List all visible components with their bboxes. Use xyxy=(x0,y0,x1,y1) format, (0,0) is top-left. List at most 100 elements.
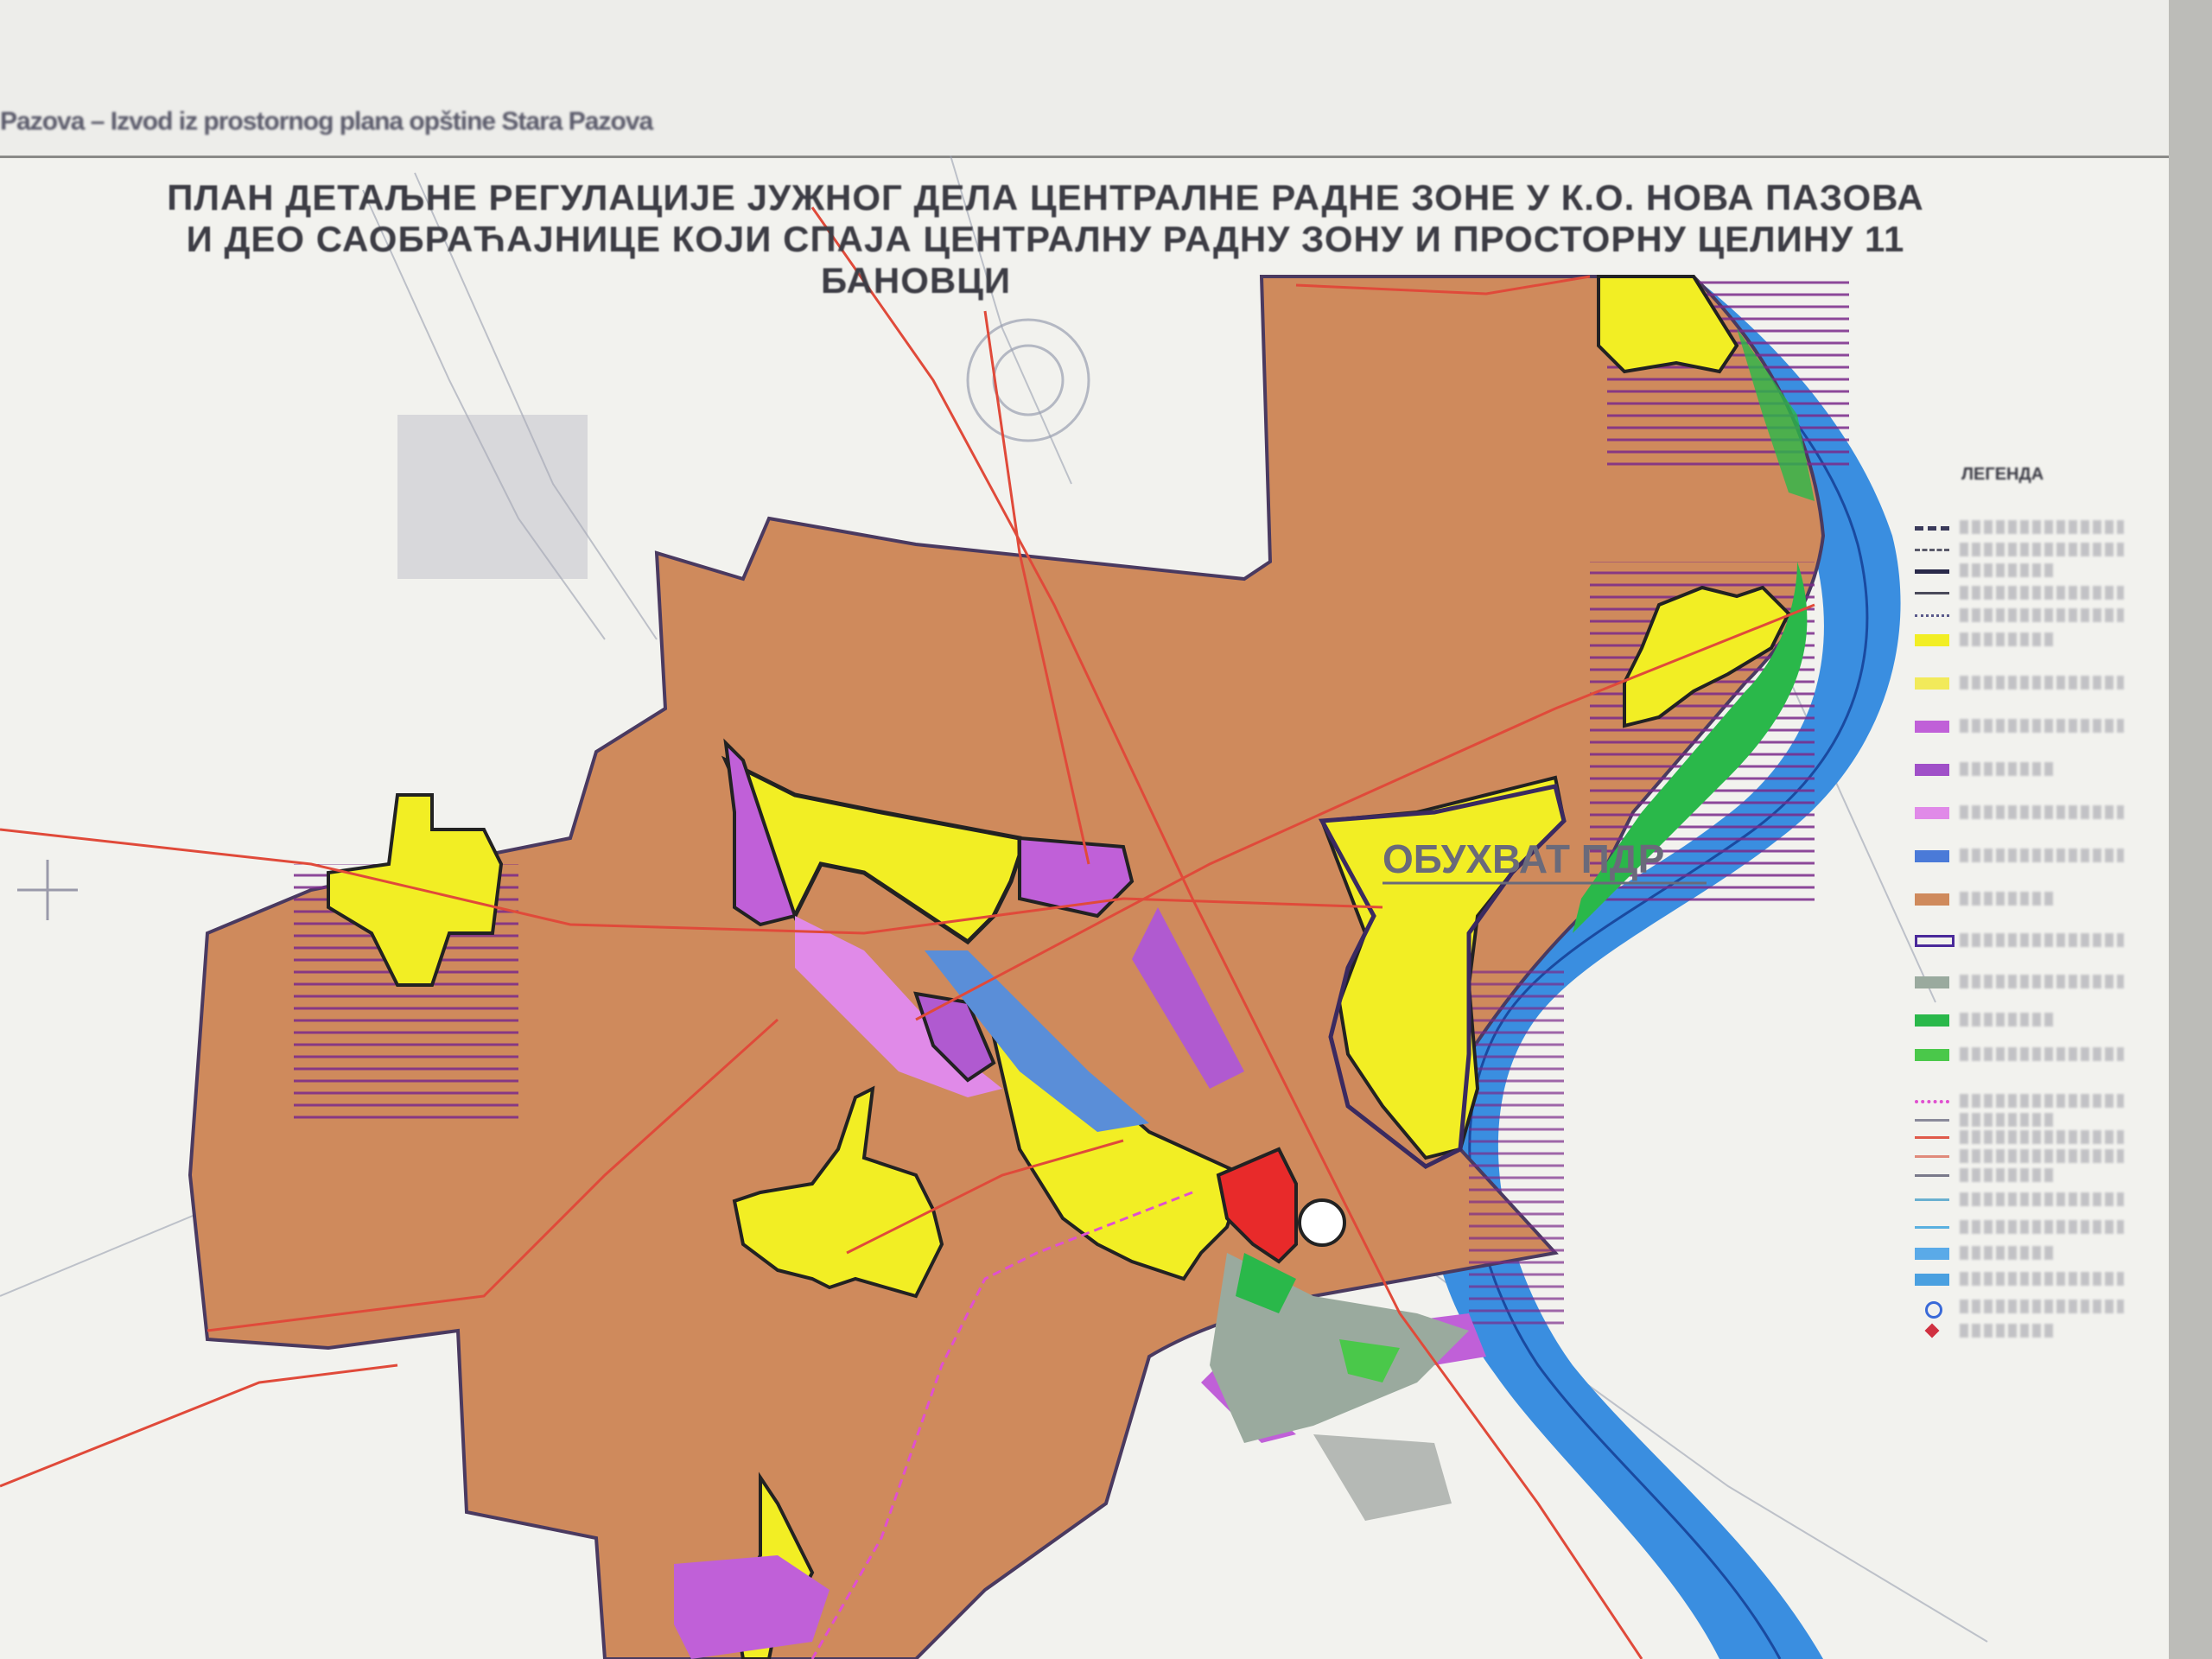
legend-item xyxy=(1915,541,2131,560)
legend-symbol xyxy=(1915,976,1949,988)
legend-symbol xyxy=(1915,1100,1949,1103)
legend-item xyxy=(1915,1244,2131,1263)
legend-label xyxy=(1960,1130,2124,1144)
legend-item xyxy=(1915,1298,2131,1319)
legend-label xyxy=(1960,520,2124,534)
legend-title: ЛЕГЕНДА xyxy=(1961,465,2044,484)
legend-item xyxy=(1915,631,2131,650)
legend-symbol xyxy=(1915,1119,1949,1122)
legend-item xyxy=(1915,1166,2131,1185)
legend-item xyxy=(1915,518,2131,537)
legend-label xyxy=(1960,676,2124,690)
legend-label xyxy=(1960,1324,2055,1338)
legend-item xyxy=(1915,1111,2131,1130)
title-line-2: И ДЕО САОБРАЋАЈНИЦЕ КОЈИ СПАЈА ЦЕНТРАЛНУ… xyxy=(186,219,1905,259)
legend-symbol xyxy=(1915,614,1949,617)
town-grid-area xyxy=(397,415,588,579)
legend-item xyxy=(1915,804,2131,823)
legend-label xyxy=(1960,719,2124,733)
legend-label xyxy=(1960,933,2124,947)
legend-label xyxy=(1960,1168,2055,1182)
legend-item xyxy=(1915,1322,2131,1341)
legend-item xyxy=(1915,1218,2131,1237)
topo-circle xyxy=(992,344,1065,416)
legend-label xyxy=(1960,632,2055,646)
legend-symbol xyxy=(1915,1136,1949,1139)
monitor-screen: Pazova – Izvod iz prostornog plana opšti… xyxy=(0,0,2169,1659)
boundary-label: ОБУХВАТ ПДР xyxy=(1382,836,1664,881)
legend-symbol xyxy=(1915,1198,1949,1201)
legend-item xyxy=(1915,1046,2131,1065)
legend-symbol xyxy=(1915,764,1949,776)
legend-item xyxy=(1915,1270,2131,1289)
legend-symbol xyxy=(1915,526,1949,531)
crosshair-icon xyxy=(17,860,78,920)
topo-circle xyxy=(966,318,1090,442)
legend-symbol xyxy=(1915,807,1949,819)
legend-item xyxy=(1915,973,2131,992)
legend-label xyxy=(1960,1192,2124,1206)
legend-label xyxy=(1960,1113,2055,1127)
road xyxy=(0,1363,398,1488)
legend-label xyxy=(1960,563,2055,577)
legend-label xyxy=(1960,892,2055,906)
legend-symbol xyxy=(1915,677,1949,690)
legend-symbol xyxy=(1915,1014,1949,1027)
legend-item xyxy=(1915,1092,2131,1111)
legend-item xyxy=(1915,562,2131,581)
legend-symbol xyxy=(1915,1274,1949,1286)
legend-symbol xyxy=(1915,592,1949,594)
gray-area-south xyxy=(1313,1434,1452,1521)
legend-label xyxy=(1960,805,2124,819)
legend-label xyxy=(1960,1220,2124,1234)
legend-item xyxy=(1915,1191,2131,1210)
legend-symbol xyxy=(1915,935,1955,947)
legend-label xyxy=(1960,1013,2055,1027)
legend-label xyxy=(1960,1149,2124,1163)
title-line-3: БАНОВЦИ xyxy=(820,260,1012,301)
legend-label xyxy=(1960,1272,2124,1286)
legend-symbol xyxy=(1915,1248,1949,1260)
legend-item xyxy=(1915,847,2131,866)
legend-symbol xyxy=(1915,1226,1949,1229)
legend-label xyxy=(1960,543,2124,556)
legend-label xyxy=(1960,1094,2124,1108)
legend-label xyxy=(1960,608,2124,622)
legend-symbol xyxy=(1915,1155,1949,1158)
map-title: ПЛАН ДЕТАЉНЕ РЕГУЛАЦИЈЕ ЈУЖНОГ ДЕЛА ЦЕНТ… xyxy=(0,177,2091,302)
legend-label xyxy=(1960,586,2124,600)
legend-symbol xyxy=(1915,1049,1949,1061)
legend-symbol xyxy=(1915,549,1949,551)
legend-symbol xyxy=(1925,1301,1942,1319)
legend-label xyxy=(1960,1246,2055,1260)
legend-symbol xyxy=(1924,1323,1940,1338)
land-use-map: ОБУХВАТ ПДР xyxy=(0,156,1988,1659)
legend-item xyxy=(1915,1011,2131,1030)
legend-symbol xyxy=(1915,634,1949,646)
legend-label xyxy=(1960,762,2055,776)
legend-label xyxy=(1960,849,2124,862)
legend-item xyxy=(1915,760,2131,779)
legend-item xyxy=(1915,607,2131,626)
legend-item xyxy=(1915,890,2131,909)
title-line-1: ПЛАН ДЕТАЉНЕ РЕГУЛАЦИЈЕ ЈУЖНОГ ДЕЛА ЦЕНТ… xyxy=(167,177,1924,218)
legend-symbol xyxy=(1915,721,1949,733)
legend-symbol xyxy=(1915,569,1949,574)
legend-label xyxy=(1960,975,2124,988)
legend-label xyxy=(1960,1300,2124,1313)
monitor-bezel xyxy=(2169,0,2212,1659)
legend-symbol xyxy=(1915,1174,1949,1177)
header-bar: Pazova – Izvod iz prostornog plana opšti… xyxy=(0,0,2169,158)
legend-item xyxy=(1915,674,2131,693)
site-marker xyxy=(1298,1198,1346,1247)
legend-item xyxy=(1915,584,2131,603)
legend-label xyxy=(1960,1047,2124,1061)
legend-item xyxy=(1915,931,2131,950)
legend-symbol xyxy=(1915,893,1949,906)
legend-panel: ЛЕГЕНДА xyxy=(1910,458,2134,1460)
legend-symbol xyxy=(1915,850,1949,862)
legend-item xyxy=(1915,1147,2131,1166)
header-caption: Pazova – Izvod iz prostornog plana opšti… xyxy=(0,107,653,136)
hatch-area-boundary xyxy=(1469,968,1564,1331)
legend-item xyxy=(1915,717,2131,736)
